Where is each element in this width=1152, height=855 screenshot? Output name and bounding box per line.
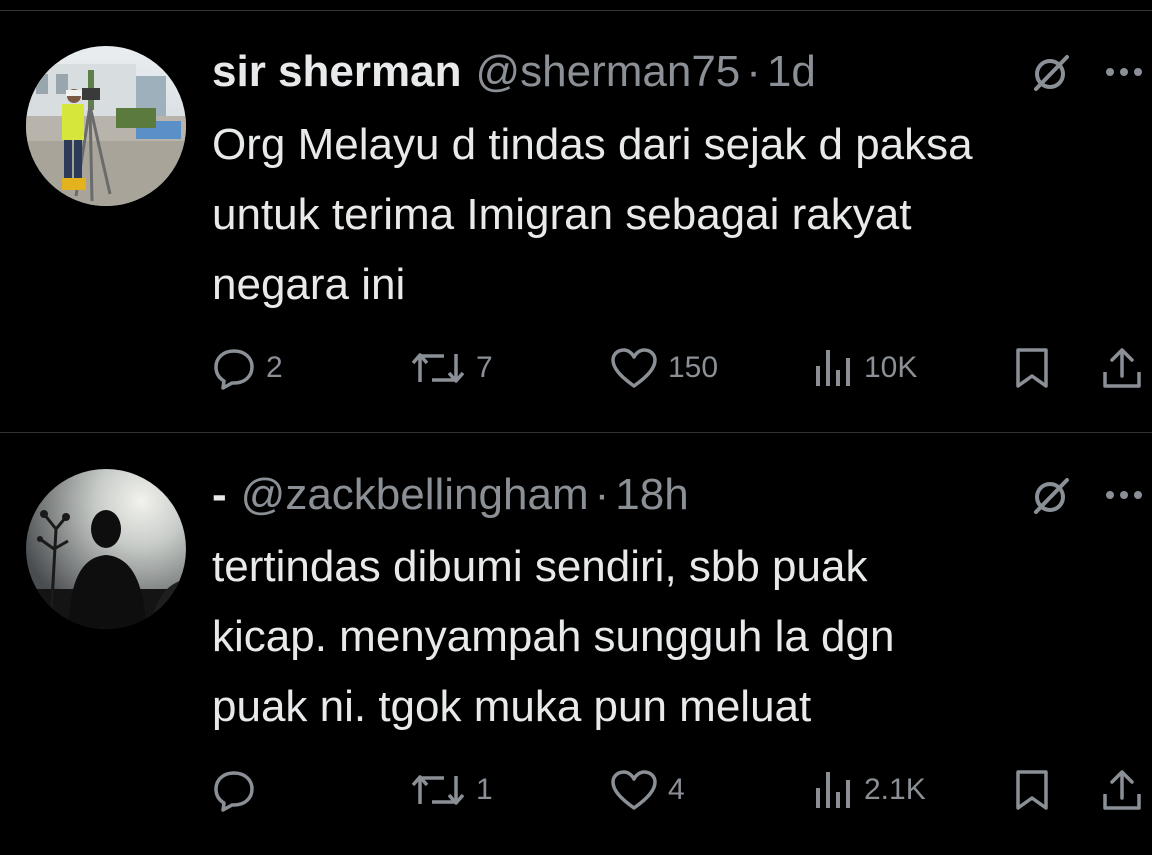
views-button[interactable]: 10K [814,343,917,393]
timestamp[interactable]: 18h [615,470,688,520]
tweet-header: - @zackbellingham · 18h [212,467,1152,523]
views-icon [816,772,850,808]
tweet-text-line: tertindas dibumi sendiri, sbb puak [212,542,868,591]
reply-button[interactable] [212,765,266,815]
action-bar: 1 4 2.1K [0,765,1152,815]
user-handle[interactable]: @zackbellingham [241,470,589,520]
like-icon [611,348,657,388]
repost-icon [411,353,465,383]
separator-dot: · [594,470,610,519]
repost-count: 1 [476,773,493,806]
user-handle[interactable]: @sherman75 [475,47,740,97]
tweet-header: sir sherman @sherman75 · 1d [212,44,1152,100]
bookmark-icon [1016,348,1048,388]
tweet-text-line: puak ni. tgok muka pun meluat [212,682,812,731]
repost-button[interactable]: 7 [410,343,493,393]
grok-icon[interactable] [1030,52,1072,94]
share-button[interactable] [1100,343,1144,393]
grok-icon[interactable] [1030,475,1072,517]
share-button[interactable] [1100,765,1144,815]
reply-count: 2 [266,351,283,384]
bookmark-icon [1016,770,1048,810]
bookmark-button[interactable] [1012,343,1052,393]
repost-icon [411,775,465,805]
like-count: 150 [668,351,719,384]
like-button[interactable]: 4 [610,765,685,815]
views-count: 2.1K [864,773,926,806]
tweet-text-line: untuk terima Imigran sebagai rakyat [212,190,912,239]
like-button[interactable]: 150 [610,343,718,393]
tweet[interactable]: sir sherman @sherman75 · 1d Org Melayu d… [0,0,1152,432]
tweet-text-line: negara ini [212,260,406,309]
separator-dot: · [746,47,761,96]
reply-button[interactable]: 2 [212,343,283,393]
tweet[interactable]: - @zackbellingham · 18h tertindas dibumi… [0,433,1152,855]
like-count: 4 [668,773,685,806]
display-name[interactable]: - [212,470,227,520]
views-button[interactable]: 2.1K [814,765,926,815]
share-icon [1103,348,1141,388]
avatar[interactable] [26,46,186,206]
timestamp[interactable]: 1d [767,47,816,97]
views-icon [816,350,850,386]
display-name[interactable]: sir sherman [212,47,461,97]
tweet-text: tertindas dibumi sendiri, sbb puak kicap… [212,532,1147,742]
tweet-text: Org Melayu d tindas dari sejak d paksa u… [212,110,1147,320]
repost-count: 7 [476,351,493,384]
like-icon [611,770,657,810]
tweet-text-line: kicap. menyampah sungguh la dgn [212,612,895,661]
share-icon [1103,770,1141,810]
tweet-text-line: Org Melayu d tindas dari sejak d paksa [212,120,973,169]
more-icon[interactable] [1104,489,1144,501]
bookmark-button[interactable] [1012,765,1052,815]
avatar[interactable] [26,469,186,629]
reply-icon [214,349,254,390]
more-icon[interactable] [1104,66,1144,78]
reply-icon [214,771,254,812]
action-bar: 2 7 150 10K [0,343,1152,393]
repost-button[interactable]: 1 [410,765,493,815]
views-count: 10K [864,351,918,384]
